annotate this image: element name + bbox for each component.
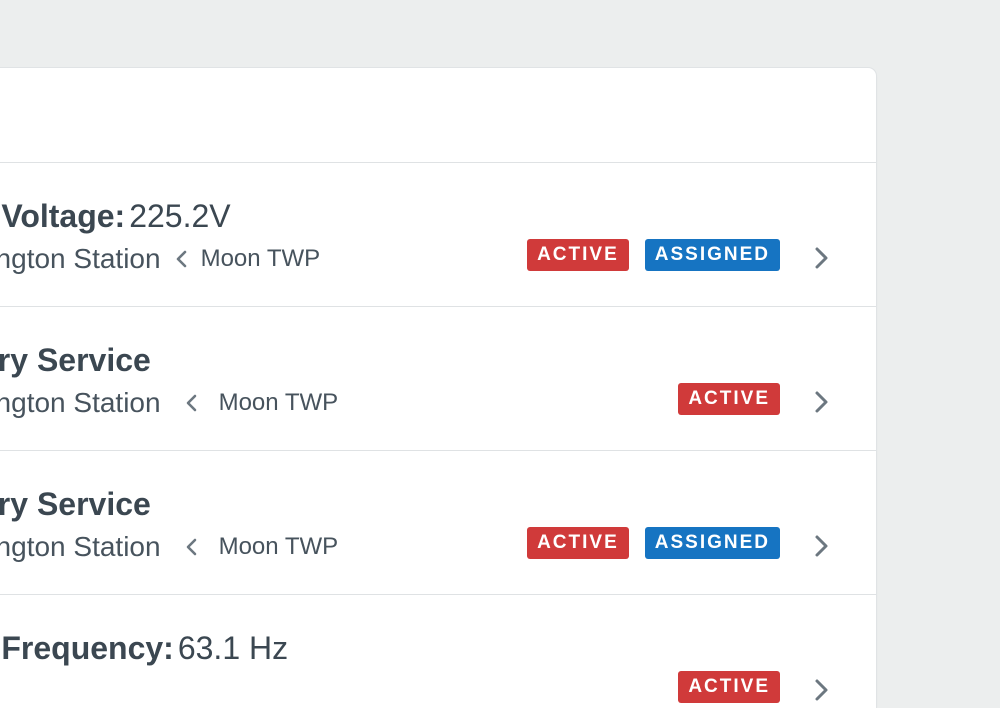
status-badge-assigned: ASSIGNED [644, 527, 780, 559]
alert-type: ery Service [0, 486, 151, 522]
chevron-left-icon [181, 392, 203, 414]
status-badge-active: ACTIVE [678, 671, 780, 703]
chevron-right-icon[interactable] [812, 389, 832, 415]
badge-group: ACTIVE ASSIGNED [527, 527, 780, 559]
alert-type: r Voltage: [0, 198, 126, 234]
status-badge-active: ACTIVE [527, 239, 629, 271]
alert-row[interactable]: r Frequency:63.1 Hz ACTIVE [0, 595, 876, 708]
township-name: Moon TWP [200, 245, 321, 272]
alert-title: ery Service [0, 340, 151, 380]
alert-location-path: rington Station Moon TWP [0, 386, 338, 420]
chevron-right-icon[interactable] [812, 677, 832, 703]
alert-title: r Voltage:225.2V [0, 196, 231, 236]
card-header [0, 68, 876, 163]
chevron-right-icon[interactable] [812, 533, 832, 559]
station-name: rington Station [0, 243, 161, 274]
alert-row[interactable]: ery Service rington Station Moon TWP ACT… [0, 307, 876, 451]
chevron-left-icon [171, 248, 193, 270]
alert-row[interactable]: r Voltage:225.2V rington Station Moon TW… [0, 163, 876, 307]
status-badge-assigned: ASSIGNED [644, 239, 780, 271]
station-name: rington Station [0, 531, 161, 562]
alert-type: r Frequency: [0, 630, 174, 666]
status-badge-active: ACTIVE [678, 383, 780, 415]
alerts-card: r Voltage:225.2V rington Station Moon TW… [0, 68, 876, 708]
alert-location-path: rington Station Moon TWP [0, 242, 320, 276]
badge-group: ACTIVE ASSIGNED [527, 239, 780, 271]
badge-group: ACTIVE [678, 383, 780, 415]
alert-type: ery Service [0, 342, 151, 378]
alert-reading: 225.2V [129, 198, 231, 234]
township-name: Moon TWP [218, 533, 339, 560]
status-badge-active: ACTIVE [527, 527, 629, 559]
chevron-right-icon[interactable] [812, 245, 832, 271]
chevron-left-icon [181, 536, 203, 558]
badge-group: ACTIVE [678, 671, 780, 703]
alert-row[interactable]: ery Service rington Station Moon TWP ACT… [0, 451, 876, 595]
alert-reading: 63.1 Hz [177, 630, 289, 666]
alert-title: ery Service [0, 484, 151, 524]
station-name: rington Station [0, 387, 161, 418]
township-name: Moon TWP [218, 389, 339, 416]
alert-location-path: rington Station Moon TWP [0, 530, 338, 564]
alert-title: r Frequency:63.1 Hz [0, 628, 288, 668]
